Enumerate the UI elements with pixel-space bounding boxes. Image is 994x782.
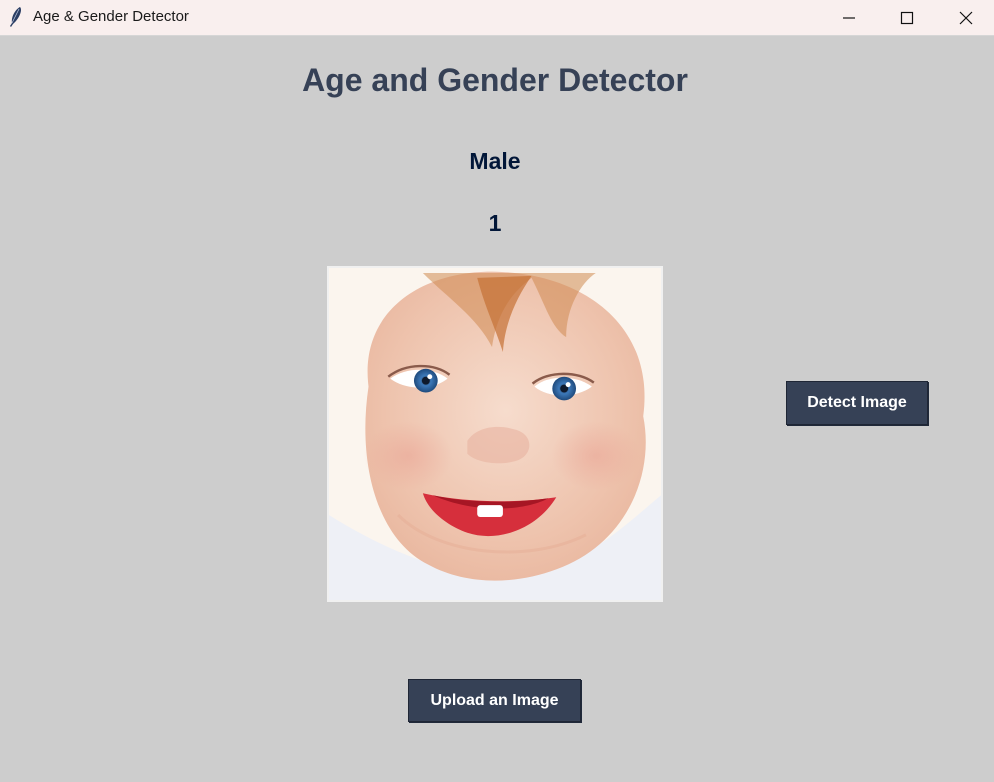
minimize-icon: [843, 16, 855, 19]
title-bar: Age & Gender Detector: [0, 0, 994, 36]
upload-image-button[interactable]: Upload an Image: [408, 679, 581, 722]
feather-icon: [8, 6, 24, 28]
maximize-icon: [900, 11, 914, 24]
detect-image-button[interactable]: Detect Image: [786, 381, 928, 425]
close-button[interactable]: [943, 0, 989, 35]
minimize-button[interactable]: [826, 0, 872, 35]
page-title: Age and Gender Detector: [302, 62, 688, 98]
gender-result: Male: [469, 148, 521, 174]
uploaded-image: [327, 266, 663, 602]
age-result: 1: [488, 210, 502, 236]
baby-face-image: [329, 268, 661, 600]
close-icon: [959, 11, 973, 24]
maximize-button[interactable]: [884, 0, 930, 35]
window-title: Age & Gender Detector: [33, 8, 189, 25]
